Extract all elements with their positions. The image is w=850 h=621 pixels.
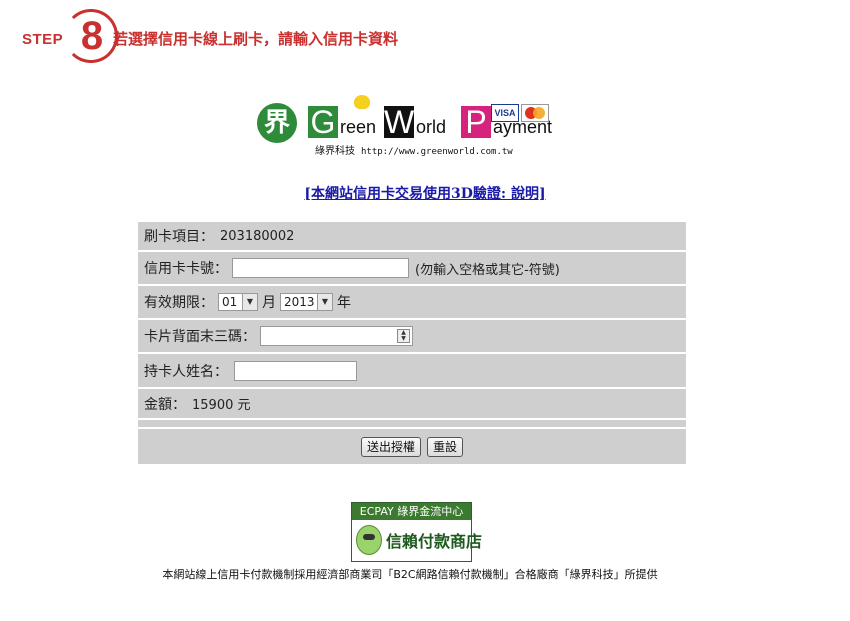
cvv-input[interactable]: ▲ ▼ bbox=[260, 326, 413, 346]
company-url: http://www.greenworld.com.tw bbox=[361, 147, 513, 157]
credit-card-form: 刷卡項目： 203180002 信用卡卡號： (勿輸入空格或其它-符號) 有效期… bbox=[138, 222, 686, 464]
year-unit: 年 bbox=[337, 295, 351, 311]
3d-verification-link[interactable]: [本網站信用卡交易使用3D驗證: 說明] bbox=[304, 186, 545, 202]
visa-logo: VISA bbox=[491, 104, 519, 122]
expiry-year-value: 2013 bbox=[284, 295, 315, 309]
robot-mascot-icon bbox=[356, 525, 382, 555]
3d-verification-link-container: [本網站信用卡交易使用3D驗證: 說明] bbox=[0, 183, 850, 203]
chevron-down-icon: ▼ bbox=[317, 294, 332, 310]
ecpay-trust-badge[interactable]: ECPAY 綠界金流中心 信賴付款商店 bbox=[351, 502, 482, 562]
reset-button[interactable]: 重設 bbox=[427, 436, 464, 457]
card-brands: VISA bbox=[491, 104, 551, 122]
submit-authorization-button[interactable]: 送出授權 bbox=[360, 436, 421, 457]
card-number-hint: (勿輸入空格或其它-符號) bbox=[415, 262, 560, 278]
form-row-cardholder: 持卡人姓名： bbox=[138, 354, 686, 389]
footer-disclaimer: 本網站線上信用卡付款機制採用經濟部商業司「B2C網路信賴付款機制」合格廠商「綠界… bbox=[162, 568, 658, 581]
logo-word-orld: orld bbox=[416, 117, 447, 137]
logo-subline: 綠界科技 http://www.greenworld.com.tw bbox=[315, 142, 513, 157]
form-spacer-row bbox=[138, 420, 686, 429]
logo-letter-g: G bbox=[308, 106, 338, 138]
step-word: STEP bbox=[22, 31, 64, 48]
card-number-label: 信用卡卡號： bbox=[144, 261, 228, 277]
amount-value: 15900 元 bbox=[192, 398, 251, 413]
form-row-expiry: 有效期限： 01 ▼ 月 2013 ▼ 年 bbox=[138, 286, 686, 320]
step-number: 8 bbox=[80, 14, 104, 58]
month-unit: 月 bbox=[262, 295, 276, 311]
expiry-label: 有效期限： bbox=[144, 295, 214, 311]
item-label: 刷卡項目： bbox=[144, 229, 214, 245]
form-row-actions: 送出授權 重設 bbox=[138, 429, 686, 464]
card-number-input[interactable] bbox=[232, 258, 409, 278]
expiry-month-select[interactable]: 01 ▼ bbox=[218, 293, 258, 311]
ecpay-badge-title: ECPAY 綠界金流中心 bbox=[352, 503, 471, 520]
form-row-card-number: 信用卡卡號： (勿輸入空格或其它-符號) bbox=[138, 252, 686, 286]
logo-letter-w: W bbox=[384, 104, 415, 140]
mastercard-logo bbox=[521, 104, 549, 122]
form-row-item: 刷卡項目： 203180002 bbox=[138, 222, 686, 252]
expiry-month-value: 01 bbox=[222, 295, 238, 309]
company-name: 綠界科技 bbox=[315, 146, 355, 157]
ecpay-badge-body: 信賴付款商店 bbox=[352, 520, 482, 561]
logo-letter-p: P bbox=[461, 106, 491, 138]
logo-word-reen: reen bbox=[340, 117, 377, 137]
greenworld-payment-logo: 界 G reen W orld P ayment VISA 綠界科技 http:/… bbox=[257, 95, 567, 157]
lightbulb-icon bbox=[354, 95, 370, 109]
chevron-down-icon: ▼ bbox=[242, 294, 257, 310]
step-instruction: 若選擇信用卡線上刷卡，請輸入信用卡資料 bbox=[113, 30, 399, 48]
cardholder-label: 持卡人姓名： bbox=[144, 363, 228, 380]
form-row-amount: 金額： 15900 元 bbox=[138, 389, 686, 420]
cvv-label: 卡片背面末三碼： bbox=[144, 329, 256, 345]
cardholder-name-input[interactable] bbox=[234, 360, 357, 381]
amount-label: 金額： bbox=[144, 396, 186, 413]
spinner-arrows-icon[interactable]: ▲ ▼ bbox=[397, 329, 410, 343]
expiry-year-select[interactable]: 2013 ▼ bbox=[280, 293, 333, 311]
ecpay-badge-text: 信賴付款商店 bbox=[386, 532, 483, 551]
item-value: 203180002 bbox=[220, 228, 295, 244]
greenworld-mark-icon: 界 bbox=[257, 103, 297, 143]
form-row-cvv: 卡片背面末三碼： ▲ ▼ bbox=[138, 320, 686, 354]
